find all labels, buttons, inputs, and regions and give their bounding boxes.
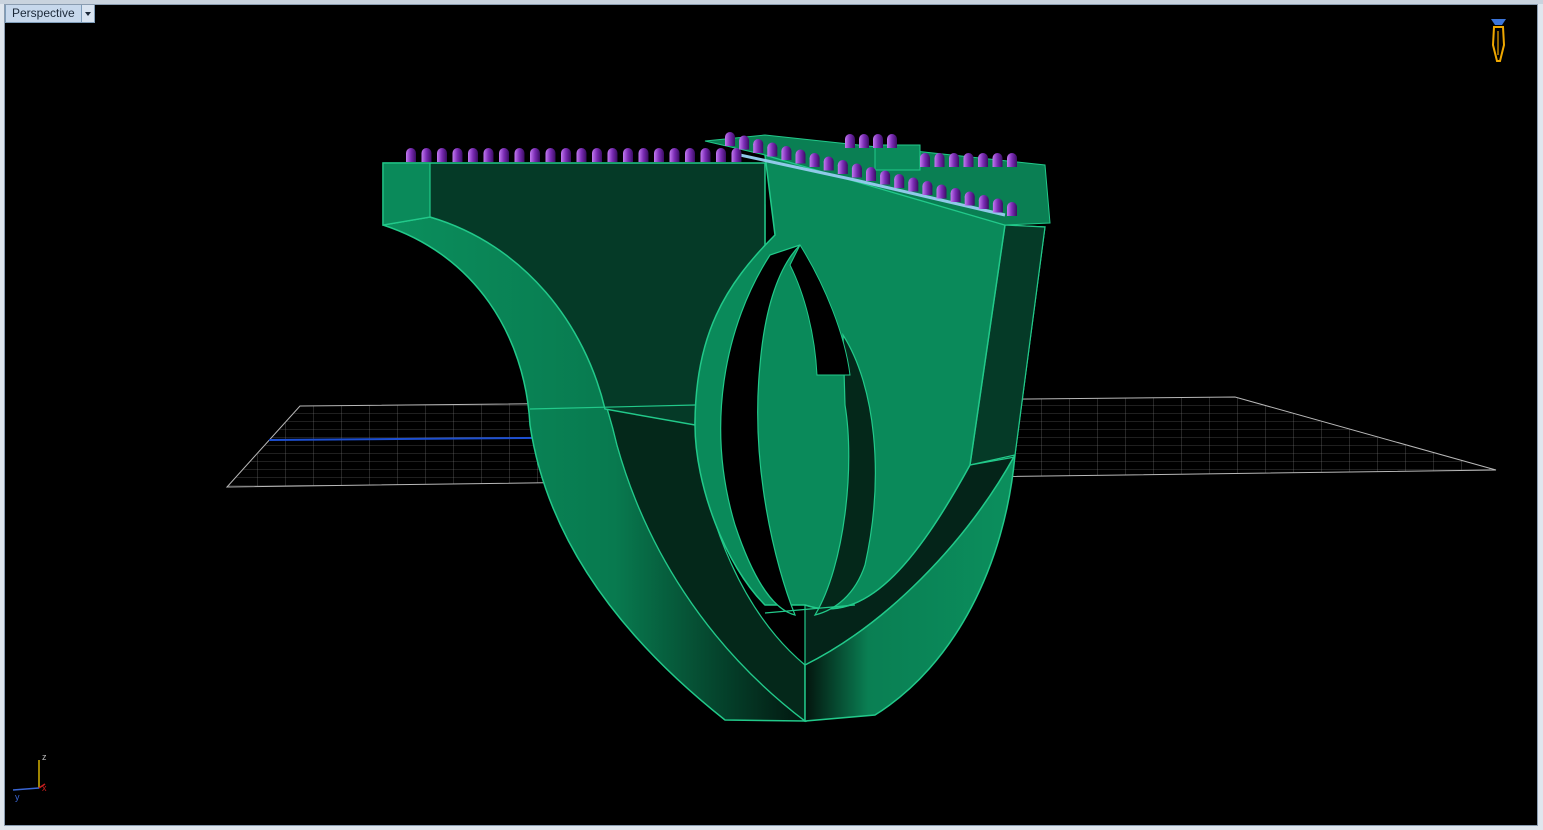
gem bbox=[908, 177, 919, 192]
gem bbox=[716, 148, 726, 162]
gem bbox=[731, 148, 742, 162]
gem bbox=[483, 148, 494, 162]
gem bbox=[809, 153, 820, 167]
gem bbox=[1007, 153, 1017, 167]
gem bbox=[992, 198, 1003, 213]
gem bbox=[922, 181, 933, 195]
gem bbox=[1007, 202, 1017, 216]
gem bbox=[920, 153, 930, 167]
gem bbox=[753, 139, 764, 153]
gem bbox=[437, 148, 447, 162]
axis-indicator: z y x bbox=[12, 752, 47, 802]
gem bbox=[978, 195, 989, 209]
gem bbox=[823, 156, 834, 171]
gem bbox=[964, 191, 975, 206]
gem bbox=[936, 184, 947, 199]
gem-row-top bbox=[406, 148, 742, 162]
gem bbox=[859, 134, 869, 148]
axis-label-y: y bbox=[15, 792, 20, 802]
perspective-lock-icon[interactable] bbox=[1491, 19, 1506, 62]
gem bbox=[837, 160, 848, 174]
gem bbox=[514, 148, 525, 162]
gem bbox=[499, 148, 509, 162]
gem bbox=[934, 153, 945, 167]
gem bbox=[406, 148, 416, 162]
viewport-menu-dropdown-icon[interactable] bbox=[81, 5, 95, 23]
perspective-viewport[interactable]: Perspective z y x bbox=[4, 4, 1538, 826]
gem bbox=[685, 148, 695, 162]
gem bbox=[978, 153, 988, 167]
axis-label-x: x bbox=[42, 783, 47, 793]
gem bbox=[845, 134, 855, 148]
gem bbox=[873, 134, 883, 148]
gem bbox=[607, 148, 618, 162]
app-frame: Perspective z y x bbox=[0, 0, 1543, 830]
gem bbox=[530, 148, 540, 162]
viewport-title[interactable]: Perspective bbox=[5, 5, 82, 23]
viewport-tab[interactable]: Perspective bbox=[5, 5, 95, 23]
gem bbox=[654, 148, 664, 162]
gem bbox=[452, 148, 463, 162]
gem bbox=[949, 153, 959, 167]
gem bbox=[963, 153, 974, 167]
gem bbox=[992, 153, 1003, 167]
gem bbox=[576, 148, 587, 162]
gem bbox=[880, 170, 891, 185]
gem bbox=[638, 148, 649, 162]
gem bbox=[700, 148, 711, 162]
gem bbox=[866, 167, 876, 181]
gem bbox=[781, 146, 792, 160]
gem bbox=[623, 148, 633, 162]
gem bbox=[795, 149, 806, 164]
gem bbox=[468, 148, 478, 162]
gem bbox=[561, 148, 571, 162]
gem bbox=[950, 188, 961, 202]
axis-label-z: z bbox=[42, 752, 47, 762]
gem bbox=[669, 148, 680, 162]
gem bbox=[545, 148, 556, 162]
gem bbox=[421, 148, 432, 162]
gem bbox=[592, 148, 602, 162]
gem bbox=[739, 135, 750, 150]
scene-canvas[interactable]: z y x bbox=[5, 5, 1538, 826]
gem bbox=[767, 142, 778, 157]
gem bbox=[894, 174, 905, 188]
gem bbox=[725, 132, 735, 146]
gem bbox=[887, 134, 897, 148]
gem bbox=[851, 163, 862, 178]
